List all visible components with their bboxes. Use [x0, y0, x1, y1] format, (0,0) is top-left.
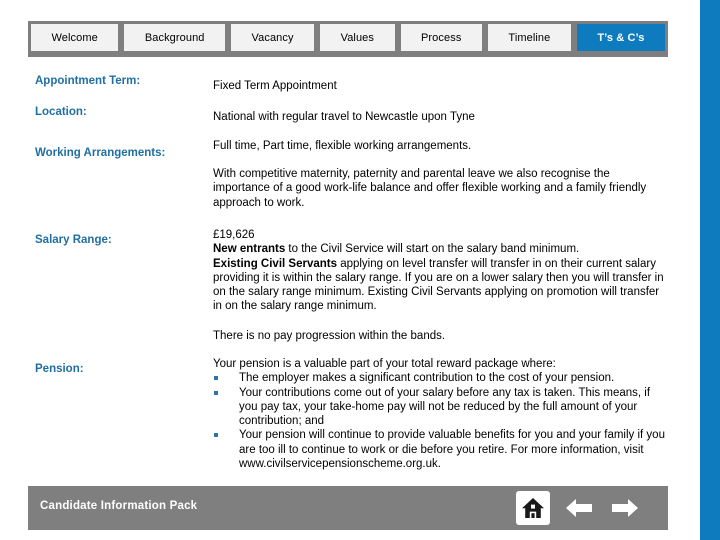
- value-appointment-term: Fixed Term Appointment: [213, 80, 337, 92]
- tab-timeline[interactable]: Timeline: [487, 24, 571, 51]
- value-salary-range: £19,626 New entrants to the Civil Servic…: [213, 228, 665, 314]
- label-salary-range: Salary Range:: [35, 234, 112, 246]
- home-icon[interactable]: [516, 491, 550, 525]
- existing-civil-servants-heading: Existing Civil Servants: [213, 257, 337, 270]
- label-appointment-term: Appointment Term:: [35, 75, 141, 87]
- slide-content: Appointment Term: Fixed Term Appointment…: [0, 60, 700, 480]
- new-entrants-text: to the Civil Service will start on the s…: [285, 243, 580, 256]
- pension-intro: Your pension is a valuable part of your …: [213, 358, 556, 370]
- bullet-square-icon: [214, 390, 218, 395]
- no-pay-progression-note: There is no pay progression within the b…: [213, 330, 446, 342]
- arrow-right-icon[interactable]: [608, 494, 642, 522]
- label-pension: Pension:: [35, 363, 84, 375]
- tab-terms-and-conditions[interactable]: T’s & C’s: [576, 24, 666, 51]
- tab-welcome[interactable]: Welcome: [31, 24, 119, 51]
- list-item: The employer makes a significant contrib…: [213, 371, 665, 385]
- value-location: National with regular travel to Newcastl…: [213, 111, 475, 123]
- pension-benefits-list: The employer makes a significant contrib…: [213, 371, 665, 471]
- footer-navigation: [516, 490, 642, 526]
- arrow-left-icon[interactable]: [562, 494, 596, 522]
- value-pension: Your pension is a valuable part of your …: [213, 357, 665, 471]
- footer-bar: Candidate Information Pack: [28, 486, 668, 530]
- salary-amount: £19,626: [213, 229, 255, 241]
- label-working-arrangements: Working Arrangements:: [35, 147, 166, 159]
- value-working-arrangements: Full time, Part time, flexible working a…: [213, 140, 472, 152]
- list-item: Your pension will continue to provide va…: [213, 428, 665, 471]
- tab-vacancy[interactable]: Vacancy: [231, 24, 315, 51]
- bullet-square-icon: [214, 376, 218, 381]
- tab-bar: Welcome Background Vacancy Values Proces…: [28, 21, 668, 57]
- list-item-text: The employer makes a significant contrib…: [239, 372, 615, 385]
- tab-background[interactable]: Background: [124, 24, 226, 51]
- tab-process[interactable]: Process: [400, 24, 482, 51]
- right-edge-accent-bar: [700, 0, 720, 540]
- label-location: Location:: [35, 106, 87, 118]
- footer-title: Candidate Information Pack: [40, 500, 198, 512]
- bullet-square-icon: [214, 433, 218, 438]
- new-entrants-heading: New entrants: [213, 243, 286, 256]
- note-flexible-working: With competitive maternity, paternity an…: [213, 168, 647, 209]
- list-item-text: Your pension will continue to provide va…: [239, 429, 665, 471]
- list-item: Your contributions come out of your sala…: [213, 386, 665, 429]
- list-item-text: Your contributions come out of your sala…: [239, 386, 651, 428]
- tab-values[interactable]: Values: [320, 24, 395, 51]
